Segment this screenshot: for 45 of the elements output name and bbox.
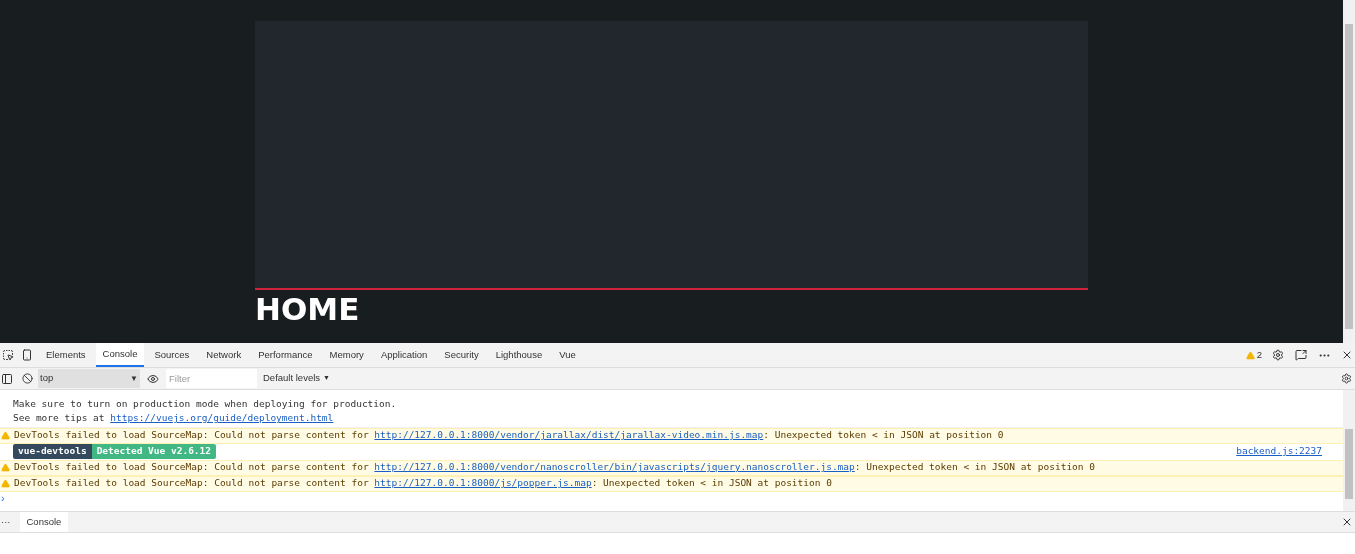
devtools-tab[interactable]: Performance — [251, 343, 320, 367]
more-button[interactable]: ··· — [0, 514, 12, 530]
log-text: Make sure to turn on production mode when deploying for production. — [13, 397, 398, 411]
console-prompt[interactable]: › — [0, 491, 5, 504]
feedback-icon[interactable] — [1295, 349, 1307, 361]
context-select[interactable]: top ▼ — [38, 369, 140, 388]
log-text: : Unexpected token < in JSON at position 0 — [591, 476, 832, 491]
clear-icon[interactable] — [22, 373, 33, 384]
log-text: See more tips at — [13, 411, 106, 426]
devtools-tab[interactable]: Network — [199, 343, 249, 367]
badge-label: vue-devtools — [13, 444, 92, 459]
filter-field[interactable]: Filter — [166, 369, 257, 388]
devtools-tab[interactable]: Sources — [147, 343, 197, 367]
drawer-tab[interactable]: Console — [19, 512, 69, 532]
device-icon[interactable] — [21, 349, 33, 361]
devtools-tab[interactable]: Memory — [322, 343, 371, 367]
inspect-icon[interactable] — [2, 349, 14, 361]
warning-icon — [1, 431, 10, 440]
warning-icon — [1, 463, 10, 472]
log-text: DevTools failed to load SourceMap: Could not parse content for — [14, 476, 370, 491]
log-link[interactable]: http://127.0.0.1:8000/js/popper.js.map — [374, 476, 592, 491]
badge-label: Detected Vue v2.6.12 — [91, 444, 217, 459]
log-link[interactable]: http://127.0.0.1:8000/vendor/jarallax/dist/jarallax-video.min.js.map — [374, 428, 764, 443]
devtools-tab[interactable]: Console — [95, 343, 145, 367]
close-icon[interactable] — [1341, 516, 1353, 528]
log-link[interactable]: http://127.0.0.1:8000/vendor/nanoscroller/bin/javascripts/jquery.nanoscroller.js.map — [374, 460, 855, 475]
log-text: DevTools failed to load SourceMap: Could not parse content for — [14, 460, 370, 475]
source-link[interactable]: backend.js:2237 — [1236, 444, 1322, 459]
devtools-tab[interactable]: Vue — [552, 343, 583, 367]
eye-icon[interactable] — [147, 372, 159, 385]
settings-icon[interactable] — [1341, 373, 1352, 384]
warning-count[interactable]: 2 — [1256, 347, 1262, 363]
settings-icon[interactable] — [1272, 349, 1284, 361]
page-heading: HOME — [255, 290, 360, 328]
warning-icon — [1, 479, 10, 488]
log-text: DevTools failed to load SourceMap: Could not parse content for — [14, 428, 370, 443]
log-text: : Unexpected token < in JSON at position 0 — [854, 460, 1095, 475]
devtools-tab[interactable]: Elements — [39, 343, 93, 367]
devtools-tab[interactable]: Lighthouse — [488, 343, 550, 367]
devtools-tab[interactable]: Security — [437, 343, 486, 367]
log-link[interactable]: https://vuejs.org/guide/deployment.html — [110, 411, 334, 426]
sidebar-icon[interactable] — [1, 372, 13, 385]
devtools-tab[interactable]: Application — [373, 343, 435, 367]
close-icon[interactable] — [1341, 349, 1353, 361]
log-text: : Unexpected token < in JSON at position 0 — [763, 428, 1004, 443]
